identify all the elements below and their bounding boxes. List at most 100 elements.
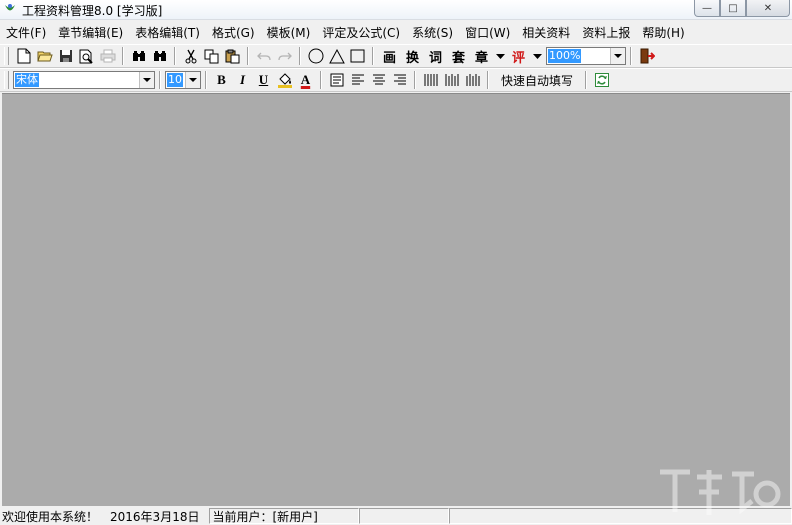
print-icon — [100, 49, 115, 63]
print-preview-button[interactable] — [76, 46, 97, 66]
fill-color-button[interactable] — [274, 70, 295, 90]
zoom-value: 100% — [548, 49, 582, 63]
swap-button[interactable]: 换 — [401, 46, 424, 66]
draw-triangle-button[interactable] — [326, 46, 347, 66]
print-preview-icon — [79, 49, 93, 64]
vertical-lines-icon — [424, 74, 437, 86]
exit-button[interactable] — [636, 46, 657, 66]
circle-icon — [308, 48, 323, 64]
vertical-align-middle-button[interactable] — [441, 70, 462, 90]
font-color-button[interactable]: A — [295, 70, 316, 90]
toolbar-separator — [299, 47, 301, 65]
stamp-button[interactable]: 章 — [470, 46, 493, 66]
undo-button[interactable] — [253, 46, 274, 66]
draw-button[interactable]: 画 — [378, 46, 401, 66]
menu-system[interactable]: 系统(S) — [406, 24, 459, 41]
rectangle-icon — [350, 49, 365, 63]
toolbar-separator — [174, 47, 176, 65]
italic-button[interactable]: I — [232, 70, 253, 90]
review-dropdown-button[interactable] — [530, 46, 544, 66]
print-button[interactable] — [97, 46, 118, 66]
underline-button[interactable]: U — [253, 70, 274, 90]
copy-button[interactable] — [201, 46, 222, 66]
align-right-button[interactable] — [389, 70, 410, 90]
title-bar: 工程资料管理8.0 [学习版] — □ ✕ — [0, 0, 792, 20]
menu-file[interactable]: 文件(F) — [0, 24, 52, 41]
font-size-dropdown-button[interactable] — [185, 72, 200, 88]
menu-upload[interactable]: 资料上报 — [576, 24, 636, 41]
format-toolbar: 宋体 10 B I U A 快速自动填写 — [0, 68, 792, 92]
review-button[interactable]: 评 — [507, 46, 530, 66]
zoom-select[interactable]: 100% — [546, 47, 626, 65]
align-right-icon — [393, 74, 406, 85]
menu-window[interactable]: 窗口(W) — [459, 24, 516, 41]
toolbar-grip[interactable] — [4, 71, 9, 89]
vertical-lines-icon — [466, 74, 479, 86]
status-date: 2016年3月18日 — [110, 509, 200, 524]
maximize-button[interactable]: □ — [720, 0, 746, 17]
refresh-icon — [594, 73, 609, 87]
align-left-button[interactable] — [347, 70, 368, 90]
quick-fill-button[interactable]: 快速自动填写 — [493, 72, 581, 89]
paragraph-button[interactable] — [326, 70, 347, 90]
watermark-logo — [660, 469, 781, 515]
align-center-button[interactable] — [368, 70, 389, 90]
font-name-dropdown-button[interactable] — [139, 72, 154, 88]
toolbar-separator — [372, 47, 374, 65]
font-name-select[interactable]: 宋体 — [13, 71, 155, 89]
bold-button[interactable]: B — [211, 70, 232, 90]
refresh-button[interactable] — [591, 70, 612, 90]
undo-icon — [256, 52, 271, 61]
vertical-align-bottom-button[interactable] — [462, 70, 483, 90]
zoom-dropdown-button[interactable] — [610, 48, 625, 64]
chevron-down-icon — [614, 54, 622, 58]
find-button[interactable] — [128, 46, 149, 66]
close-button[interactable]: ✕ — [746, 0, 790, 17]
minimize-button[interactable]: — — [694, 0, 720, 17]
menu-template[interactable]: 模板(M) — [261, 24, 317, 41]
replace-button[interactable] — [149, 46, 170, 66]
paste-icon — [225, 49, 240, 63]
font-color-label: A — [300, 72, 311, 87]
paste-button[interactable] — [222, 46, 243, 66]
stamp-dropdown-button[interactable] — [493, 46, 507, 66]
exit-icon — [640, 48, 655, 64]
toolbar-separator — [159, 71, 161, 89]
save-icon — [59, 50, 72, 62]
open-button[interactable] — [34, 46, 55, 66]
new-file-button[interactable] — [13, 46, 34, 66]
chevron-down-icon — [143, 78, 151, 82]
mdi-workspace[interactable] — [2, 93, 790, 506]
menu-format[interactable]: 格式(G) — [206, 24, 261, 41]
app-logo-icon — [5, 4, 15, 11]
font-name-value: 宋体 — [15, 73, 39, 87]
paint-bucket-icon — [277, 73, 292, 88]
toolbar-separator — [487, 71, 489, 89]
menu-related[interactable]: 相关资料 — [516, 24, 576, 41]
toolbar-separator — [630, 47, 632, 65]
vertical-align-top-button[interactable] — [420, 70, 441, 90]
word-button[interactable]: 词 — [424, 46, 447, 66]
menu-evaluate[interactable]: 评定及公式(C) — [316, 24, 406, 41]
save-button[interactable] — [55, 46, 76, 66]
status-user: 当前用户：[新用户] — [209, 508, 360, 524]
draw-rectangle-button[interactable] — [347, 46, 368, 66]
new-file-icon — [17, 48, 30, 64]
redo-button[interactable] — [274, 46, 295, 66]
draw-circle-button[interactable] — [305, 46, 326, 66]
font-size-value: 10 — [167, 73, 183, 87]
set-button[interactable]: 套 — [447, 46, 470, 66]
cut-button[interactable] — [180, 46, 201, 66]
menu-chapter-edit[interactable]: 章节编辑(E) — [52, 24, 129, 41]
dropdown-arrow-icon — [495, 53, 505, 59]
cut-icon — [185, 49, 196, 63]
toolbar-separator — [320, 71, 322, 89]
standard-toolbar: 画 换 词 套 章 评 100% — [0, 44, 792, 68]
menu-help[interactable]: 帮助(H) — [636, 24, 690, 41]
font-size-select[interactable]: 10 — [165, 71, 201, 89]
triangle-icon — [328, 48, 345, 63]
dropdown-arrow-icon — [532, 53, 542, 59]
menu-table-edit[interactable]: 表格编辑(T) — [129, 24, 206, 41]
toolbar-grip[interactable] — [4, 47, 9, 65]
toolbar-separator — [585, 71, 588, 89]
